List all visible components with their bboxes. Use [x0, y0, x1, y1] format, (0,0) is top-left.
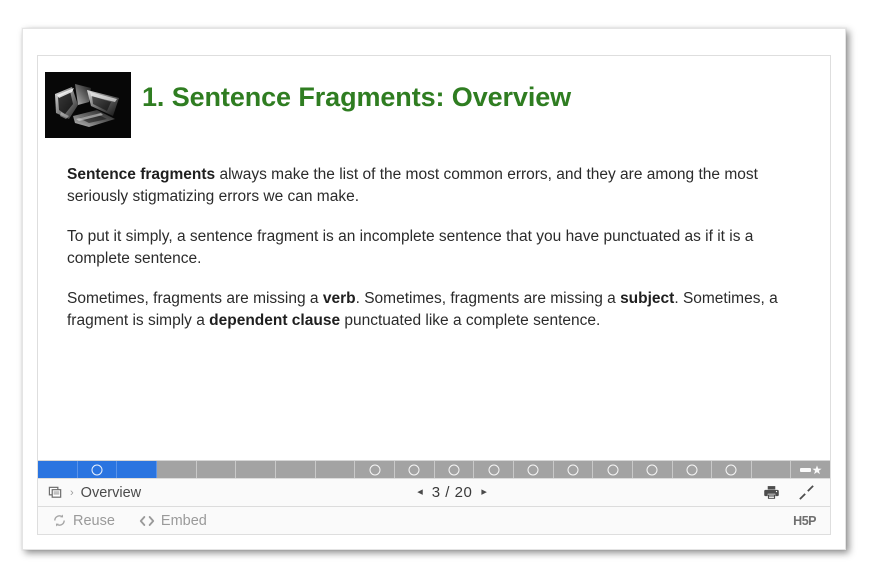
paragraph-text: . Sometimes, fragments are missing a	[355, 289, 621, 307]
paragraph-text: punctuated like a complete sentence.	[340, 312, 601, 330]
slide-body-text: Sentence fragments always make the list …	[38, 138, 830, 333]
h5p-action-bar: Reuse Embed H5P	[38, 506, 830, 534]
presentation-slide: 1. Sentence Fragments: Overview Sentence…	[38, 56, 830, 469]
next-slide-button[interactable]: ▸	[481, 487, 487, 498]
progress-segment[interactable]	[434, 461, 475, 478]
slide-paragraph: Sentence fragments always make the list …	[67, 164, 800, 209]
slide-marker-icon	[646, 464, 658, 475]
h5p-iframe-frame: 1. Sentence Fragments: Overview Sentence…	[37, 55, 831, 535]
refresh-icon	[52, 513, 67, 528]
emphasized-term: Sentence fragments	[67, 166, 216, 183]
progress-segment[interactable]	[275, 461, 316, 478]
reuse-label: Reuse	[73, 512, 115, 529]
slide-marker-icon	[408, 464, 420, 475]
h5p-logo[interactable]: H5P	[793, 514, 830, 528]
progress-segment[interactable]	[394, 461, 435, 478]
paragraph-text: To put it simply, a sentence fragment is…	[67, 227, 754, 268]
progress-segment[interactable]	[77, 461, 118, 478]
current-page: 3	[431, 484, 441, 501]
progress-segment[interactable]	[355, 461, 395, 478]
slide-paragraph: Sometimes, fragments are missing a verb.…	[67, 288, 800, 333]
slide-marker-icon	[369, 464, 381, 475]
slide-header: 1. Sentence Fragments: Overview	[38, 56, 830, 138]
footer-right-group	[763, 484, 830, 501]
slide-marker-icon	[91, 464, 103, 475]
slide-marker-icon	[527, 464, 539, 475]
page-root: 1. Sentence Fragments: Overview Sentence…	[0, 0, 872, 564]
progress-segment[interactable]	[474, 461, 514, 478]
page-navigation: ◂ 3 / 20 ▸	[141, 484, 763, 501]
broken-glass-photo	[45, 72, 131, 138]
total-pages: 20	[454, 484, 473, 501]
previous-slide-button[interactable]: ◂	[417, 487, 423, 498]
embed-button[interactable]: Embed	[127, 513, 219, 529]
slide-marker-icon	[567, 464, 579, 475]
emphasized-term: dependent clause	[209, 312, 341, 330]
progress-segment[interactable]	[632, 461, 673, 478]
slide-title: 1. Sentence Fragments: Overview	[142, 82, 572, 112]
slide-marker-icon	[607, 464, 619, 475]
progress-segment[interactable]	[196, 461, 237, 478]
paragraph-text: Sometimes, fragments are missing a	[67, 289, 323, 307]
slide-marker-icon	[686, 464, 698, 475]
page-divider: /	[445, 484, 450, 501]
summary-star-icon	[799, 464, 822, 475]
slides-icon[interactable]	[48, 485, 63, 500]
breadcrumb-separator: ›	[70, 486, 74, 499]
embed-label: Embed	[160, 512, 207, 529]
footer-left-group: › Overview	[38, 485, 141, 501]
progress-segment[interactable]	[553, 461, 594, 478]
progress-segment[interactable]	[236, 461, 276, 478]
emphasized-term: verb	[322, 289, 356, 307]
slide-marker-icon	[488, 464, 500, 475]
progress-segment[interactable]	[751, 461, 792, 478]
slide-marker-icon	[725, 464, 737, 475]
progress-segment[interactable]	[156, 461, 197, 478]
progress-segment[interactable]	[315, 461, 356, 478]
h5p-content-container: 1. Sentence Fragments: Overview Sentence…	[22, 28, 846, 550]
emphasized-term: subject	[620, 289, 675, 307]
printer-icon[interactable]	[763, 484, 780, 501]
slide-progress-bar[interactable]	[38, 460, 831, 478]
current-slide-name: Overview	[80, 484, 142, 501]
progress-segment[interactable]	[712, 461, 752, 478]
fullscreen-icon[interactable]	[798, 484, 815, 501]
progress-segment[interactable]	[38, 461, 78, 478]
progress-segment[interactable]	[593, 461, 633, 478]
progress-segment[interactable]	[513, 461, 554, 478]
reuse-button[interactable]: Reuse	[38, 513, 127, 529]
page-counter: 3 / 20	[432, 484, 473, 501]
code-brackets-icon	[139, 514, 155, 528]
progress-segment[interactable]	[117, 461, 157, 478]
progress-segment[interactable]	[672, 461, 713, 478]
presentation-footer: › Overview ◂ 3 / 20 ▸	[38, 478, 830, 506]
slide-paragraph: To put it simply, a sentence fragment is…	[67, 226, 800, 271]
progress-summary-segment[interactable]	[791, 461, 831, 478]
slide-marker-icon	[448, 464, 460, 475]
